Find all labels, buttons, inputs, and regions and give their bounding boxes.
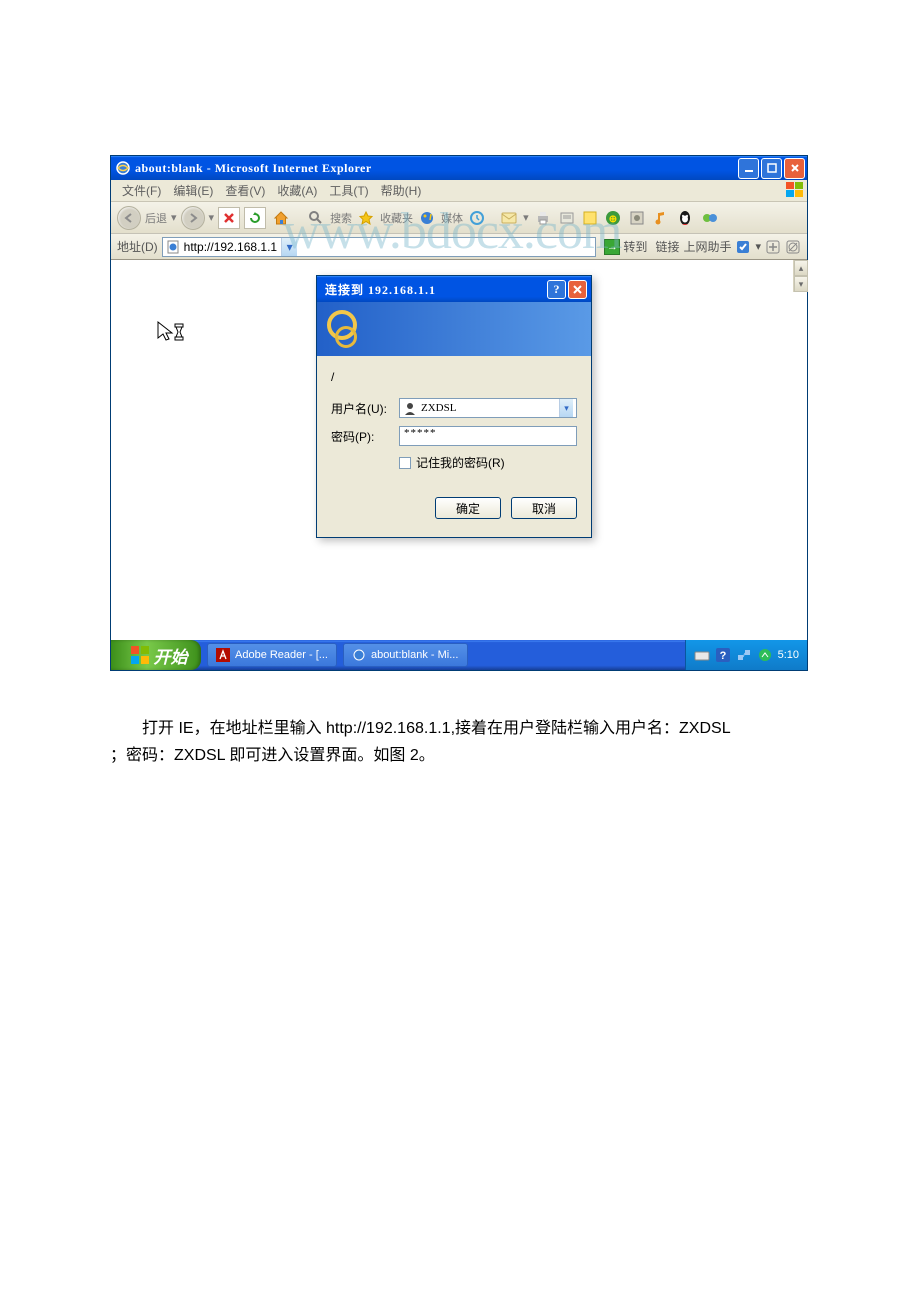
auth-help-button[interactable]: ? (547, 280, 566, 299)
helper-label[interactable]: 上网助手 (683, 238, 731, 255)
menu-help[interactable]: 帮助(H) (376, 180, 427, 201)
history-button[interactable] (467, 208, 487, 228)
auth-realm: / (331, 370, 577, 384)
password-input[interactable]: ***** (399, 426, 577, 446)
tray-network-icon[interactable] (736, 647, 752, 663)
taskbar: 开始 Adobe Reader - [... about:blank - Mi.… (111, 640, 807, 670)
scroll-down-icon[interactable]: ▾ (794, 276, 808, 292)
remember-label: 记住我的密码(R) (416, 454, 505, 471)
back-label: 后退 (145, 210, 167, 226)
go-arrow-icon: → (604, 239, 620, 255)
media-button[interactable] (417, 208, 437, 228)
username-input[interactable]: ZXDSL ▾ (399, 398, 577, 418)
favorites-button[interactable] (356, 208, 376, 228)
adobe-icon (216, 648, 230, 662)
cursor-wait-icon (156, 320, 186, 344)
stop-button[interactable] (218, 207, 240, 229)
msn-icon[interactable] (699, 208, 721, 228)
tool-icon-1[interactable] (627, 208, 647, 228)
home-button[interactable] (270, 207, 292, 229)
content-area: 连接到 192.168.1.1 ? / 用户名(U): ZXD (111, 260, 807, 640)
ie-window: about:blank - Microsoft Internet Explore… (110, 155, 808, 671)
edit-button[interactable] (557, 209, 577, 227)
helper-icon-3[interactable] (785, 239, 801, 255)
forward-button[interactable] (181, 206, 205, 230)
3721-icon[interactable]: ⊕ (603, 208, 623, 228)
windows-flag-icon (786, 182, 804, 198)
start-logo-icon (131, 646, 149, 664)
ie-app-icon (115, 160, 131, 176)
links-label[interactable]: 链接 (655, 238, 679, 255)
svg-text:⊕: ⊕ (608, 214, 616, 225)
menu-favorites[interactable]: 收藏(A) (272, 180, 322, 201)
favorites-label: 收藏夹 (380, 210, 413, 226)
search-label: 搜索 (330, 210, 352, 226)
auth-title-text: 连接到 192.168.1.1 (325, 281, 547, 298)
window-title: about:blank - Microsoft Internet Explore… (135, 161, 738, 176)
username-value: ZXDSL (421, 402, 456, 414)
ie-titlebar: about:blank - Microsoft Internet Explore… (111, 156, 807, 180)
print-button[interactable] (533, 208, 553, 228)
auth-banner (317, 302, 591, 356)
scrollbar[interactable]: ▴ ▾ (793, 260, 807, 292)
media-label: 媒体 (441, 210, 463, 226)
taskbar-item-adobe[interactable]: Adobe Reader - [... (207, 643, 337, 667)
refresh-button[interactable] (244, 207, 266, 229)
password-value: ***** (404, 427, 437, 439)
menu-edit[interactable]: 编辑(E) (168, 180, 218, 201)
taskbar-item-label: Adobe Reader - [... (235, 649, 328, 661)
remember-checkbox[interactable] (399, 457, 411, 469)
mail-button[interactable] (499, 209, 519, 227)
address-dropdown-icon[interactable]: ▾ (281, 238, 297, 256)
close-button[interactable] (784, 158, 805, 179)
search-button[interactable] (306, 208, 326, 228)
tray-volume-icon[interactable] (757, 647, 773, 663)
music-icon[interactable] (651, 208, 671, 228)
username-dropdown-icon[interactable]: ▾ (559, 399, 573, 417)
menu-view[interactable]: 查看(V) (220, 180, 270, 201)
tray-keyboard-icon[interactable] (694, 647, 710, 663)
toolbar: 后退 ▾ ▾ 搜索 收藏夹 媒体 ▾ ⊕ (111, 202, 807, 234)
start-button[interactable]: 开始 (111, 640, 201, 670)
svg-text:?: ? (719, 650, 726, 662)
address-url: http://192.168.1.1 (184, 240, 277, 254)
start-label: 开始 (154, 643, 188, 668)
auth-close-button[interactable] (568, 280, 587, 299)
menu-bar: 文件(F) 编辑(E) 查看(V) 收藏(A) 工具(T) 帮助(H) (111, 180, 807, 202)
tray-help-icon[interactable]: ? (715, 647, 731, 663)
menu-tools[interactable]: 工具(T) (324, 180, 373, 201)
minimize-button[interactable] (738, 158, 759, 179)
notes-button[interactable] (581, 209, 599, 227)
cancel-button[interactable]: 取消 (511, 497, 577, 519)
scroll-up-icon[interactable]: ▴ (794, 260, 808, 276)
address-bar: 地址(D) http://192.168.1.1 ▾ → 转到 链接 上网助手 … (111, 234, 807, 260)
back-button[interactable] (117, 206, 141, 230)
password-label: 密码(P): (331, 428, 399, 445)
system-tray: ? 5:10 (685, 640, 807, 670)
go-button[interactable]: → 转到 (600, 238, 651, 255)
helper-icon-2[interactable] (765, 239, 781, 255)
auth-dialog: 连接到 192.168.1.1 ? / 用户名(U): ZXD (316, 275, 592, 538)
tray-clock: 5:10 (778, 649, 799, 661)
maximize-button[interactable] (761, 158, 782, 179)
taskbar-item-label: about:blank - Mi... (371, 649, 458, 661)
address-input[interactable]: http://192.168.1.1 ▾ (162, 237, 597, 257)
taskbar-item-ie[interactable]: about:blank - Mi... (343, 643, 468, 667)
ie-task-icon (352, 648, 366, 662)
helper-icon-1[interactable] (735, 239, 751, 255)
address-label: 地址(D) (117, 238, 158, 255)
menu-file[interactable]: 文件(F) (117, 180, 166, 201)
auth-titlebar: 连接到 192.168.1.1 ? (317, 276, 591, 302)
ie-page-icon (166, 240, 180, 254)
keys-icon (327, 310, 365, 348)
qq-icon[interactable] (675, 207, 695, 229)
go-label: 转到 (623, 238, 647, 255)
caption-text: 打开 IE，在地址栏里输入 http://192.168.1.1,接着在用户登陆… (110, 715, 810, 769)
username-label: 用户名(U): (331, 400, 399, 417)
user-icon (403, 401, 417, 415)
ok-button[interactable]: 确定 (435, 497, 501, 519)
